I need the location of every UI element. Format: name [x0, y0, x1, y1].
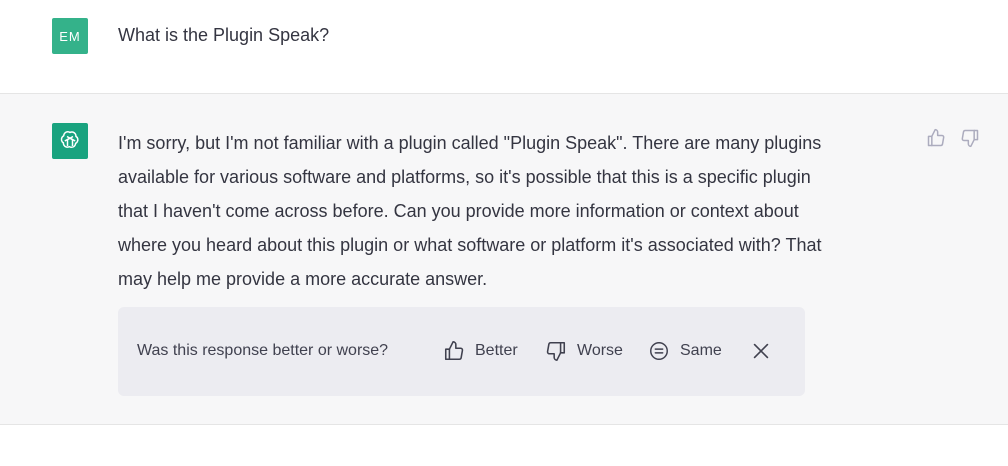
user-message-row: EM What is the Plugin Speak? — [0, 0, 1008, 94]
answer-line: I'm sorry, but I'm not familiar with a p… — [118, 133, 822, 153]
thumbs-up-icon[interactable] — [926, 128, 946, 148]
rating-controls — [926, 128, 980, 148]
feedback-panel: Was this response better or worse? Bette… — [118, 307, 805, 396]
worse-button[interactable]: Worse — [545, 336, 623, 366]
answer-line: available for various software and platf… — [118, 167, 811, 187]
answer-line: may help me provide a more accurate answ… — [118, 269, 488, 289]
assistant-avatar — [52, 123, 88, 159]
close-icon — [750, 340, 772, 362]
user-avatar-initials: EM — [59, 28, 81, 44]
thumbs-down-icon[interactable] — [960, 128, 980, 148]
user-avatar: EM — [52, 18, 88, 54]
worse-label: Worse — [577, 342, 623, 359]
close-feedback-button[interactable] — [750, 339, 774, 363]
openai-logo-icon — [58, 129, 82, 153]
better-button[interactable]: Better — [443, 336, 518, 366]
thumbs-down-icon — [545, 340, 567, 362]
assistant-message-row: I'm sorry, but I'm not familiar with a p… — [0, 94, 1008, 425]
same-label: Same — [680, 342, 722, 359]
answer-line: that I haven't come across before. Can y… — [118, 201, 799, 221]
user-message-text: What is the Plugin Speak? — [118, 25, 330, 45]
assistant-message-text: I'm sorry, but I'm not familiar with a p… — [118, 126, 918, 296]
answer-line: where you heard about this plugin or wha… — [118, 235, 822, 255]
same-button[interactable]: Same — [648, 336, 722, 366]
equals-circle-icon — [648, 340, 670, 362]
feedback-question: Was this response better or worse? — [137, 342, 389, 359]
thumbs-up-icon — [443, 340, 465, 362]
better-label: Better — [475, 342, 518, 359]
